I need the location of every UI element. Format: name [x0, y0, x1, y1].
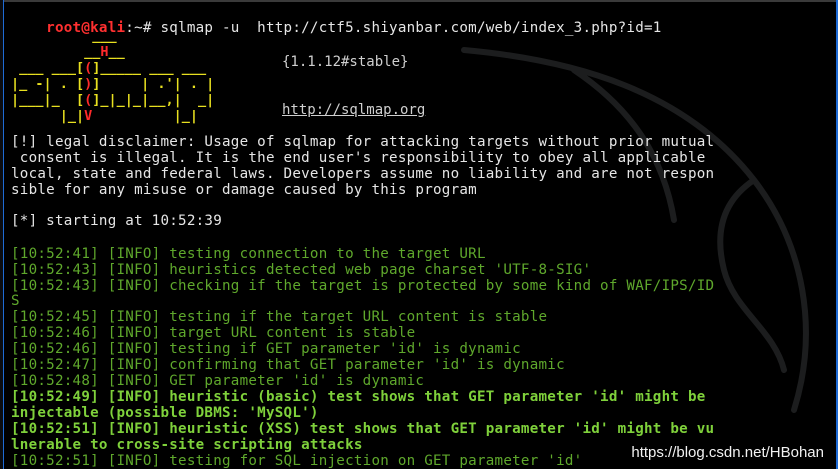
log-line: [10:52:43] [INFO] checking if the target… [11, 278, 715, 294]
terminal-window[interactable]: root@kali:~# sqlmap -u http://ctf5.shiya… [3, 0, 838, 469]
terminal-top-edge [4, 0, 836, 2]
log-line: lnerable to cross-site scripting attacks [11, 437, 363, 453]
log-line: [10:52:48] [INFO] GET parameter 'id' is … [11, 373, 425, 389]
start-line: [*] starting at 10:52:39 [11, 213, 222, 229]
sqlmap-site-link[interactable]: http://sqlmap.org [282, 102, 425, 118]
log-line: S [11, 293, 20, 309]
disclaimer-line: consent is illegal. It is the end user's… [11, 150, 706, 166]
log-line: [10:52:46] [INFO] target URL content is … [11, 325, 416, 341]
log-line: [10:52:51] [INFO] heuristic (XSS) test s… [11, 421, 715, 437]
log-line: [10:52:51] [INFO] testing for SQL inject… [11, 453, 583, 469]
log-line: injectable (possible DBMS: 'MySQL') [11, 405, 319, 421]
log-line: [10:52:41] [INFO] testing connection to … [11, 246, 486, 262]
log-line: [10:52:49] [INFO] heuristic (basic) test… [11, 389, 706, 405]
disclaimer-line: sible for any misuse or damage caused by… [11, 182, 477, 198]
command-text: sqlmap -u http://ctf5.shiyanbar.com/web/… [160, 20, 662, 36]
disclaimer-line: [!] legal disclaimer: Usage of sqlmap fo… [11, 134, 715, 150]
disclaimer-line: local, state and federal laws. Developer… [11, 166, 715, 182]
version-label: {1.1.12#stable} [282, 54, 409, 70]
csdn-watermark: https://blog.csdn.net/HBohan [631, 444, 824, 461]
log-line: [10:52:47] [INFO] confirming that GET pa… [11, 357, 565, 373]
log-line: [10:52:43] [INFO] heuristics detected we… [11, 262, 592, 278]
log-line: [10:52:45] [INFO] testing if the target … [11, 309, 548, 325]
sqlmap-logo: ___ __H__ ___ ___[(]_____ ___ ___ |_ -| … [11, 28, 215, 124]
log-line: [10:52:46] [INFO] testing if GET paramet… [11, 341, 521, 357]
